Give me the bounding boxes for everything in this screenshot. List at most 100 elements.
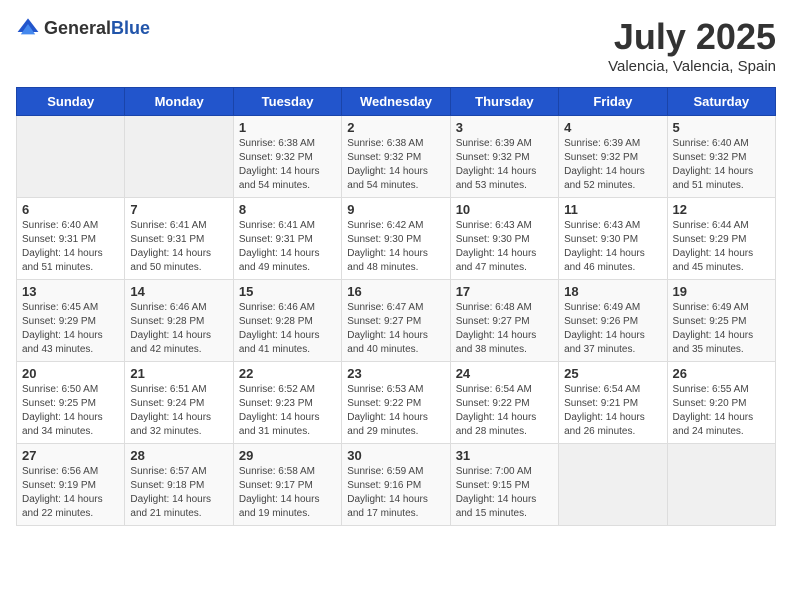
day-info: Sunrise: 6:50 AMSunset: 9:25 PMDaylight:…: [22, 383, 119, 439]
day-number: 22: [239, 366, 336, 381]
day-number: 27: [22, 448, 119, 463]
day-info: Sunrise: 6:42 AMSunset: 9:30 PMDaylight:…: [347, 219, 444, 275]
day-number: 20: [22, 366, 119, 381]
day-info: Sunrise: 6:48 AMSunset: 9:27 PMDaylight:…: [456, 301, 553, 357]
day-info: Sunrise: 6:53 AMSunset: 9:22 PMDaylight:…: [347, 383, 444, 439]
day-info: Sunrise: 6:57 AMSunset: 9:18 PMDaylight:…: [130, 465, 227, 521]
day-info: Sunrise: 6:44 AMSunset: 9:29 PMDaylight:…: [673, 219, 770, 275]
calendar-cell: 29Sunrise: 6:58 AMSunset: 9:17 PMDayligh…: [233, 444, 341, 526]
day-number: 17: [456, 284, 553, 299]
calendar-cell: 28 Sunrise: 6:57 AMSunset: 9:18 PMDayligh…: [125, 444, 233, 526]
calendar-cell: 30 Sunrise: 6:59 AMSunset: 9:16 PMDayligh…: [342, 444, 450, 526]
day-info: Sunrise: 6:46 AMSunset: 9:28 PMDaylight:…: [130, 301, 227, 357]
day-info: Sunrise: 6:56 AMSunset: 9:19 PMDaylight:…: [22, 465, 119, 521]
day-info: Sunrise: 6:49 AMSunset: 9:25 PMDaylight:…: [673, 301, 770, 357]
day-info: Sunrise: 6:54 AMSunset: 9:22 PMDaylight:…: [456, 383, 553, 439]
day-number: 10: [456, 202, 553, 217]
calendar-cell: [125, 116, 233, 198]
week-row-5: 27 Sunrise: 6:56 AMSunset: 9:19 PMDayligh…: [17, 444, 776, 526]
day-info: Sunrise: 6:39 AMSunset: 9:32 PMDaylight:…: [564, 137, 661, 193]
calendar-cell: 26 Sunrise: 6:55 AMSunset: 9:20 PMDayligh…: [667, 362, 775, 444]
page-header: GeneralBlue July 2025 Valencia, Valencia…: [16, 16, 776, 75]
calendar-cell: [667, 444, 775, 526]
calendar-cell: 19 Sunrise: 6:49 AMSunset: 9:25 PMDayligh…: [667, 280, 775, 362]
calendar-cell: 7 Sunrise: 6:41 AMSunset: 9:31 PMDaylight…: [125, 198, 233, 280]
day-number: 24: [456, 366, 553, 381]
calendar-cell: 27 Sunrise: 6:56 AMSunset: 9:19 PMDayligh…: [17, 444, 125, 526]
calendar-cell: 5Sunrise: 6:40 AMSunset: 9:32 PMDaylight…: [667, 116, 775, 198]
calendar-cell: 17 Sunrise: 6:48 AMSunset: 9:27 PMDayligh…: [450, 280, 558, 362]
weekday-header-sunday: Sunday: [17, 88, 125, 116]
day-info: Sunrise: 6:45 AMSunset: 9:29 PMDaylight:…: [22, 301, 119, 357]
logo-icon: [16, 16, 40, 40]
week-row-4: 20 Sunrise: 6:50 AMSunset: 9:25 PMDayligh…: [17, 362, 776, 444]
calendar-cell: 23 Sunrise: 6:53 AMSunset: 9:22 PMDayligh…: [342, 362, 450, 444]
day-number: 16: [347, 284, 444, 299]
day-number: 1: [239, 120, 336, 135]
title-block: July 2025 Valencia, Valencia, Spain: [608, 16, 776, 75]
calendar-cell: 20 Sunrise: 6:50 AMSunset: 9:25 PMDayligh…: [17, 362, 125, 444]
calendar-cell: 21Sunrise: 6:51 AMSunset: 9:24 PMDayligh…: [125, 362, 233, 444]
day-number: 15: [239, 284, 336, 299]
day-number: 7: [130, 202, 227, 217]
calendar-cell: 22 Sunrise: 6:52 AMSunset: 9:23 PMDayligh…: [233, 362, 341, 444]
day-number: 19: [673, 284, 770, 299]
calendar-cell: 4 Sunrise: 6:39 AMSunset: 9:32 PMDaylight…: [559, 116, 667, 198]
day-number: 8: [239, 202, 336, 217]
day-number: 28: [130, 448, 227, 463]
weekday-header-saturday: Saturday: [667, 88, 775, 116]
day-info: Sunrise: 6:51 AMSunset: 9:24 PMDaylight:…: [130, 383, 227, 439]
calendar-cell: 12Sunrise: 6:44 AMSunset: 9:29 PMDayligh…: [667, 198, 775, 280]
month-year-title: July 2025: [608, 16, 776, 58]
day-number: 25: [564, 366, 661, 381]
day-number: 26: [673, 366, 770, 381]
weekday-header-tuesday: Tuesday: [233, 88, 341, 116]
day-number: 4: [564, 120, 661, 135]
calendar-cell: [17, 116, 125, 198]
location-title: Valencia, Valencia, Spain: [608, 58, 776, 75]
day-info: Sunrise: 6:43 AMSunset: 9:30 PMDaylight:…: [564, 219, 661, 275]
day-info: Sunrise: 6:52 AMSunset: 9:23 PMDaylight:…: [239, 383, 336, 439]
calendar-cell: 18Sunrise: 6:49 AMSunset: 9:26 PMDayligh…: [559, 280, 667, 362]
weekday-header-friday: Friday: [559, 88, 667, 116]
day-info: Sunrise: 6:55 AMSunset: 9:20 PMDaylight:…: [673, 383, 770, 439]
weekday-header-wednesday: Wednesday: [342, 88, 450, 116]
day-info: Sunrise: 6:40 AMSunset: 9:31 PMDaylight:…: [22, 219, 119, 275]
calendar-cell: 6 Sunrise: 6:40 AMSunset: 9:31 PMDaylight…: [17, 198, 125, 280]
calendar-cell: [559, 444, 667, 526]
day-info: Sunrise: 6:39 AMSunset: 9:32 PMDaylight:…: [456, 137, 553, 193]
weekday-header-thursday: Thursday: [450, 88, 558, 116]
day-info: Sunrise: 7:00 AMSunset: 9:15 PMDaylight:…: [456, 465, 553, 521]
weekday-header-monday: Monday: [125, 88, 233, 116]
day-number: 23: [347, 366, 444, 381]
day-number: 29: [239, 448, 336, 463]
day-info: Sunrise: 6:47 AMSunset: 9:27 PMDaylight:…: [347, 301, 444, 357]
day-number: 30: [347, 448, 444, 463]
day-info: Sunrise: 6:49 AMSunset: 9:26 PMDaylight:…: [564, 301, 661, 357]
day-info: Sunrise: 6:41 AMSunset: 9:31 PMDaylight:…: [130, 219, 227, 275]
calendar-cell: 24 Sunrise: 6:54 AMSunset: 9:22 PMDayligh…: [450, 362, 558, 444]
calendar-cell: 14Sunrise: 6:46 AMSunset: 9:28 PMDayligh…: [125, 280, 233, 362]
calendar-header: SundayMondayTuesdayWednesdayThursdayFrid…: [17, 88, 776, 116]
calendar-cell: 9Sunrise: 6:42 AMSunset: 9:30 PMDaylight…: [342, 198, 450, 280]
calendar-cell: 10Sunrise: 6:43 AMSunset: 9:30 PMDayligh…: [450, 198, 558, 280]
week-row-1: 1 Sunrise: 6:38 AMSunset: 9:32 PMDaylight…: [17, 116, 776, 198]
day-number: 31: [456, 448, 553, 463]
logo: GeneralBlue: [16, 16, 150, 40]
day-number: 2: [347, 120, 444, 135]
calendar-body: 1 Sunrise: 6:38 AMSunset: 9:32 PMDaylight…: [17, 116, 776, 526]
calendar-cell: 13Sunrise: 6:45 AMSunset: 9:29 PMDayligh…: [17, 280, 125, 362]
calendar-cell: 11 Sunrise: 6:43 AMSunset: 9:30 PMDayligh…: [559, 198, 667, 280]
day-info: Sunrise: 6:40 AMSunset: 9:32 PMDaylight:…: [673, 137, 770, 193]
day-info: Sunrise: 6:38 AMSunset: 9:32 PMDaylight:…: [239, 137, 336, 193]
calendar-cell: 25 Sunrise: 6:54 AMSunset: 9:21 PMDayligh…: [559, 362, 667, 444]
day-info: Sunrise: 6:46 AMSunset: 9:28 PMDaylight:…: [239, 301, 336, 357]
calendar-cell: 1 Sunrise: 6:38 AMSunset: 9:32 PMDaylight…: [233, 116, 341, 198]
day-info: Sunrise: 6:59 AMSunset: 9:16 PMDaylight:…: [347, 465, 444, 521]
day-number: 11: [564, 202, 661, 217]
day-info: Sunrise: 6:54 AMSunset: 9:21 PMDaylight:…: [564, 383, 661, 439]
weekday-row: SundayMondayTuesdayWednesdayThursdayFrid…: [17, 88, 776, 116]
day-number: 6: [22, 202, 119, 217]
logo-blue-text: Blue: [111, 18, 150, 38]
day-info: Sunrise: 6:38 AMSunset: 9:32 PMDaylight:…: [347, 137, 444, 193]
